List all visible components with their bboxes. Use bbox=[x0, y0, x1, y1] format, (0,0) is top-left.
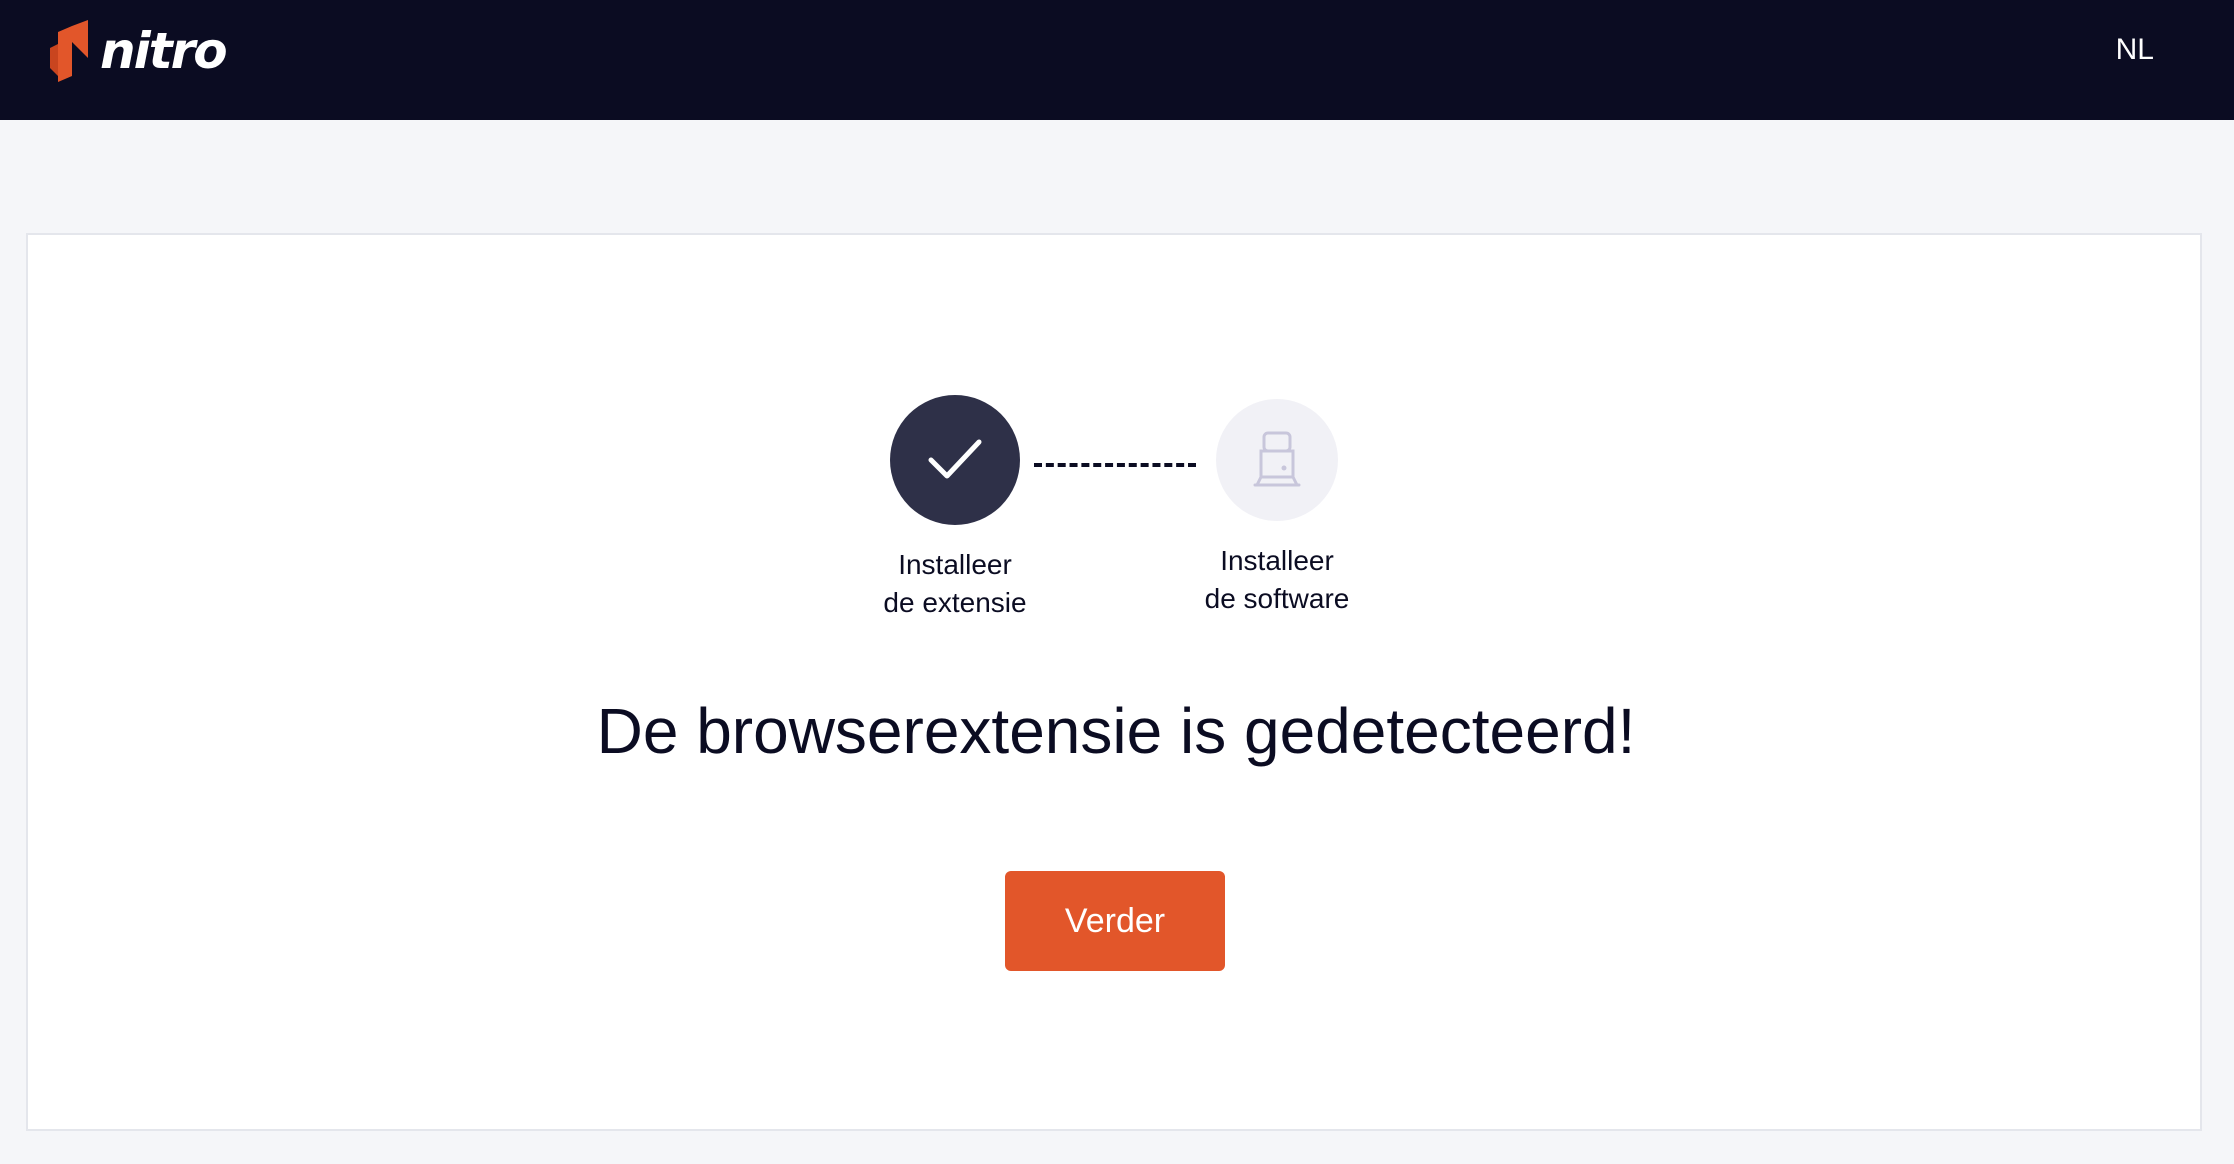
top-bar: nitro NL bbox=[0, 0, 2234, 120]
step-software-line1: Installeer bbox=[1220, 545, 1334, 576]
check-icon bbox=[928, 439, 982, 479]
step-extension-line2: de extensie bbox=[883, 587, 1027, 618]
step-software-label: Installeer de software bbox=[1157, 542, 1397, 618]
logo-text: nitro bbox=[100, 22, 228, 80]
continue-button[interactable]: Verder bbox=[1005, 871, 1225, 971]
computer-icon bbox=[1253, 431, 1301, 487]
step-extension-label: Installeer de extensie bbox=[835, 546, 1075, 622]
page-title: De browserextensie is gedetecteerd! bbox=[596, 695, 1636, 767]
nitro-logo[interactable]: nitro bbox=[50, 18, 230, 84]
step-extension-circle bbox=[890, 395, 1020, 525]
step-software-circle bbox=[1216, 399, 1338, 521]
step-extension-line1: Installeer bbox=[898, 549, 1012, 580]
language-selector[interactable]: NL bbox=[2116, 30, 2154, 70]
main-card: Installeer de extensie Installeer de sof… bbox=[26, 233, 2202, 1131]
step-software-line2: de software bbox=[1204, 583, 1350, 614]
step-connector bbox=[1034, 463, 1196, 467]
nitro-logo-mark-icon bbox=[50, 20, 88, 82]
